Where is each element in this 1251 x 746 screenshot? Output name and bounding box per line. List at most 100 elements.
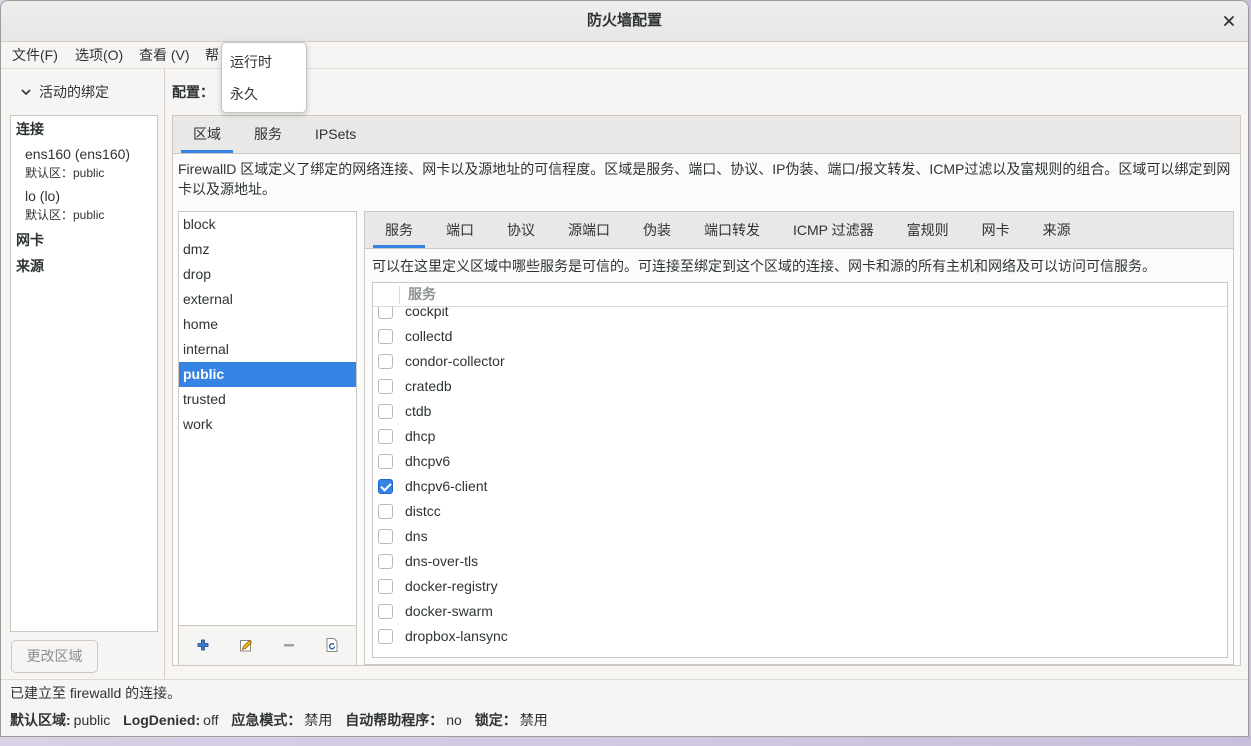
close-icon (1224, 16, 1234, 26)
chevron-down-icon (21, 89, 31, 96)
pane-separator[interactable] (164, 69, 165, 680)
service-name: docker-registry (405, 578, 498, 594)
tab-zone-sources[interactable]: 来源 (1031, 212, 1083, 248)
tab-zone-masquerading[interactable]: 伪装 (631, 212, 683, 248)
status-value: 禁用 (304, 712, 333, 728)
zone-list-item[interactable]: public (179, 362, 356, 387)
service-checkbox[interactable] (378, 307, 393, 319)
tab-ipsets[interactable]: IPSets (303, 116, 368, 153)
service-checkbox[interactable] (378, 529, 393, 544)
tab-zone-services[interactable]: 服务 (373, 212, 425, 248)
service-row[interactable]: dns-over-tls (373, 549, 1227, 574)
bindings-connections-heading[interactable]: 连接 (16, 119, 44, 139)
status-label: 默认区域: (10, 712, 71, 728)
config-option-runtime[interactable]: 运行时 (230, 50, 298, 74)
zone-tab-strip: 服务 端口 协议 源端口 伪装 端口转发 ICMP 过滤器 富规则 网卡 来源 (365, 212, 1233, 249)
service-checkbox[interactable] (378, 429, 393, 444)
add-zone-button[interactable] (195, 637, 211, 653)
tab-zone-protocols[interactable]: 协议 (495, 212, 547, 248)
services-table: 服务 cockpit collectd condor-collector cra… (372, 282, 1228, 658)
active-bindings-list: 连接 ens160 (ens160) 默认区：public lo (lo) 默认… (10, 115, 158, 632)
service-name: dropbox-lansync (405, 628, 508, 644)
menu-view[interactable]: 查看 (V) (139, 42, 190, 68)
tab-zone-port-forwarding[interactable]: 端口转发 (692, 212, 772, 248)
column-separator (399, 286, 400, 304)
status-value: off (203, 712, 219, 728)
service-row[interactable]: dhcpv6 (373, 449, 1227, 474)
change-zone-button[interactable]: 更改区域 (11, 640, 98, 673)
binding-connection-name[interactable]: ens160 (ens160) (25, 144, 130, 164)
service-row[interactable]: docker-registry (373, 574, 1227, 599)
tab-services[interactable]: 服务 (242, 116, 294, 153)
service-checkbox[interactable] (378, 629, 393, 644)
status-automatic-helpers: 自动帮助程序： no (345, 712, 462, 728)
column-header-service[interactable]: 服务 (408, 283, 436, 306)
zone-list-item[interactable]: dmz (179, 237, 356, 262)
service-checkbox[interactable] (378, 579, 393, 594)
service-row[interactable]: ctdb (373, 399, 1227, 424)
service-name: dns-over-tls (405, 553, 479, 569)
service-name: ctdb (405, 403, 432, 419)
service-name: dhcpv6 (405, 453, 451, 469)
service-row[interactable]: dropbox-lansync (373, 624, 1227, 649)
service-name: cratedb (405, 378, 452, 394)
service-checkbox[interactable] (378, 329, 393, 344)
status-separator (0, 679, 1249, 680)
add-icon (197, 639, 209, 651)
zone-list-item[interactable]: home (179, 312, 356, 337)
service-checkbox[interactable] (378, 504, 393, 519)
tab-zone-ports[interactable]: 端口 (434, 212, 486, 248)
title-bar[interactable]: 防火墙配置 (0, 0, 1249, 42)
active-bindings-label: 活动的绑定 (39, 84, 109, 100)
config-label: 配置： (172, 84, 214, 100)
tab-zone-icmp-filter[interactable]: ICMP 过滤器 (781, 212, 886, 248)
zone-list-item[interactable]: internal (179, 337, 356, 362)
status-label: 应急模式： (231, 712, 302, 728)
service-checkbox[interactable] (378, 379, 393, 394)
zone-list-item[interactable]: block (179, 212, 356, 237)
remove-zone-button[interactable] (281, 637, 297, 653)
zone-list-item[interactable]: work (179, 412, 356, 437)
zone-list-item[interactable]: trusted (179, 387, 356, 412)
binding-connection-name[interactable]: lo (lo) (25, 186, 60, 206)
zone-list-item[interactable]: external (179, 287, 356, 312)
service-name: condor-collector (405, 353, 505, 369)
edit-zone-button[interactable] (238, 637, 254, 653)
service-row[interactable]: distcc (373, 499, 1227, 524)
service-checkbox[interactable] (378, 354, 393, 369)
service-row[interactable]: dhcpv6-client (373, 474, 1227, 499)
service-row[interactable]: condor-collector (373, 349, 1227, 374)
tab-zone-rich-rules[interactable]: 富规则 (895, 212, 961, 248)
service-checkbox[interactable] (378, 479, 393, 494)
service-checkbox[interactable] (378, 454, 393, 469)
active-bindings-expander[interactable]: 活动的绑定 (20, 80, 160, 104)
service-row[interactable]: cratedb (373, 374, 1227, 399)
service-row[interactable]: docker-swarm (373, 599, 1227, 624)
status-value: no (446, 712, 462, 728)
service-row[interactable]: cockpit (373, 307, 1227, 324)
zone-list-item[interactable]: drop (179, 262, 356, 287)
services-table-header[interactable]: 服务 (373, 283, 1227, 307)
service-row[interactable]: dns (373, 524, 1227, 549)
tab-zones[interactable]: 区域 (181, 116, 233, 153)
reload-zone-button[interactable] (324, 637, 340, 653)
service-checkbox[interactable] (378, 404, 393, 419)
menu-options[interactable]: 选项(O) (75, 42, 123, 68)
binding-connection-zone: 默认区：public (25, 166, 105, 180)
service-checkbox[interactable] (378, 554, 393, 569)
service-row[interactable]: collectd (373, 324, 1227, 349)
tab-zone-source-ports[interactable]: 源端口 (556, 212, 622, 248)
status-log-denied: LogDenied: off (123, 712, 218, 728)
menu-file[interactable]: 文件(F) (12, 42, 58, 68)
bindings-sources-heading[interactable]: 来源 (16, 256, 44, 276)
bindings-interfaces-heading[interactable]: 网卡 (16, 230, 44, 250)
service-name: collectd (405, 328, 453, 344)
firewall-config-window: 防火墙配置 文件(F) 选项(O) 查看 (V) 帮 运行时 永久 活动的绑定 … (0, 0, 1249, 737)
menu-help[interactable]: 帮 (205, 42, 219, 68)
service-checkbox[interactable] (378, 604, 393, 619)
close-button[interactable] (1217, 9, 1241, 33)
tab-zone-interfaces[interactable]: 网卡 (970, 212, 1022, 248)
service-row[interactable]: dhcp (373, 424, 1227, 449)
config-option-permanent[interactable]: 永久 (230, 82, 298, 106)
services-scroll-area[interactable]: cockpit collectd condor-collector crated… (373, 307, 1227, 657)
